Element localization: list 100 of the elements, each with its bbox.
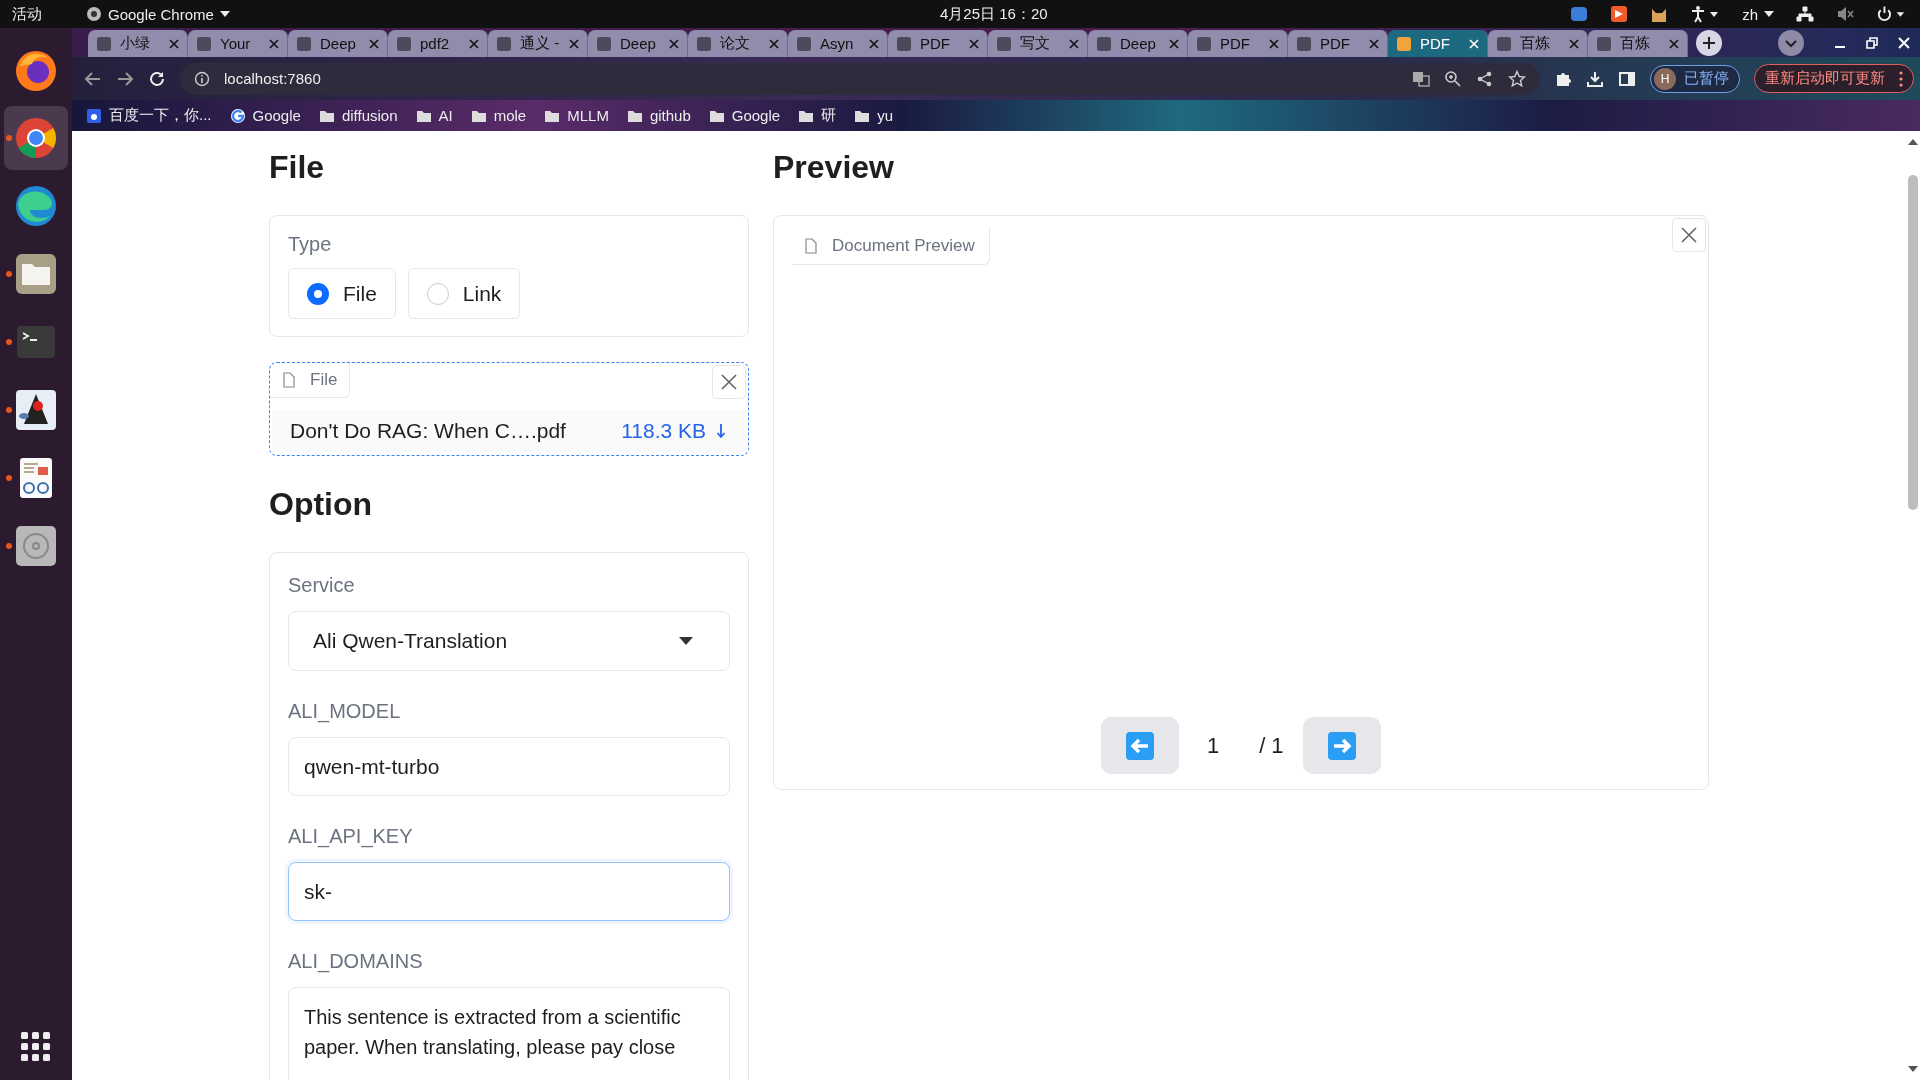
page-number-field[interactable]: 1 [1206,732,1220,759]
browser-tab[interactable]: 论文 [688,30,788,57]
network-icon[interactable] [1796,5,1814,23]
browser-tab[interactable]: Deep [1088,30,1188,57]
accessibility-icon[interactable] [1690,5,1721,23]
browser-tab[interactable]: 通义 - [488,30,588,57]
forward-button[interactable] [116,69,134,88]
address-bar[interactable]: localhost:7860 [180,62,1540,95]
close-button[interactable] [1672,218,1706,252]
field-label: ALI_API_KEY [288,826,414,846]
radio-option[interactable]: File [288,268,396,319]
bookmark[interactable]: 百度一下，你... [86,106,212,125]
input-field[interactable]: qwen-mt-turbo [288,737,730,796]
browser-tab[interactable]: PDF [1388,30,1488,57]
radio-icon[interactable] [426,282,449,305]
muted-speaker-icon[interactable] [1836,5,1854,23]
favicon-icon [196,35,212,52]
bookmark[interactable]: AI [415,107,453,124]
bookmark[interactable]: Google [229,107,301,124]
bookmark[interactable]: diffusion [318,107,398,124]
bookmark[interactable]: MLLM [544,107,609,124]
bookmark[interactable]: 研 [798,106,837,125]
translate-icon[interactable] [1412,69,1430,88]
share-icon[interactable] [1476,69,1494,88]
bookmark[interactable]: yu [854,107,893,124]
close-icon[interactable] [569,38,579,49]
close-icon[interactable] [169,38,179,49]
bookmark[interactable]: mole [470,107,527,124]
browser-tab[interactable]: Your [188,30,288,57]
input-field[interactable]: sk- [288,862,730,921]
url-text[interactable]: localhost:7860 [224,70,321,87]
avatar: H [1654,67,1676,90]
new-tab-button[interactable] [1696,30,1722,56]
browser-tab[interactable]: pdf2 [388,30,488,57]
text-area[interactable]: This sentence is extracted from a scientific paper. When translating, please pay close [288,987,730,1080]
radio-icon[interactable] [307,282,329,305]
app-menu[interactable]: Google Chrome [86,5,230,23]
page-total: / 1 [1259,732,1285,759]
scroll-down-icon[interactable] [1908,1066,1918,1072]
update-button[interactable]: 重新启动即可更新 [1754,64,1914,93]
close-icon[interactable] [269,38,279,49]
download-icon[interactable] [716,422,726,440]
close-icon[interactable] [969,38,979,49]
close-icon[interactable] [769,38,779,49]
browser-tab[interactable]: PDF [1288,30,1388,57]
side-panel-icon[interactable] [1618,69,1636,88]
favicon-icon [496,35,512,52]
next-page-button[interactable] [1303,717,1382,774]
star-icon[interactable] [1508,69,1526,88]
activities-button[interactable]: 活动 [12,4,42,24]
app-icon [86,6,102,22]
info-icon[interactable] [194,70,210,87]
app-tray-icon[interactable] [1610,5,1629,23]
close-icon[interactable] [1169,38,1179,49]
section-heading: File [269,151,326,183]
browser-tab[interactable]: PDF [888,30,988,57]
profile-button[interactable]: H 已暂停 [1650,64,1740,93]
power-icon[interactable] [1876,5,1906,23]
bookmark[interactable]: github [626,107,691,124]
file-size-link[interactable]: 118.3 KB [621,419,706,443]
bookmark[interactable]: Google [708,107,781,124]
zoom-icon[interactable] [1444,69,1462,88]
site-icon [229,107,246,124]
scroll-up-icon[interactable] [1908,139,1918,145]
favicon-icon [1596,35,1612,52]
close-icon[interactable] [1369,38,1379,49]
close-icon[interactable] [469,38,479,49]
browser-tab[interactable]: Deep [288,30,388,57]
previous-page-button[interactable] [1100,717,1179,774]
close-icon[interactable] [1669,38,1679,49]
close-icon[interactable] [1569,38,1579,49]
field-label: Type [288,234,333,254]
app-grid-icon[interactable] [21,1032,51,1062]
browser-tab[interactable]: 百炼 [1588,30,1688,57]
more-icon[interactable] [1899,70,1903,87]
caret-icon [1764,11,1774,17]
browser-tab[interactable]: 百炼 [1488,30,1588,57]
close-icon[interactable] [1269,38,1279,49]
close-icon[interactable] [1069,38,1079,49]
field-label: Service [288,575,356,595]
favicon-icon [1396,35,1412,52]
close-icon[interactable] [369,38,379,49]
browser-tab[interactable]: PDF [1188,30,1288,57]
browser-tab[interactable]: Deep [588,30,688,57]
radio-option[interactable]: Link [407,268,521,319]
tab-search-button[interactable] [1778,30,1804,56]
close-icon[interactable] [669,38,679,49]
restore-button[interactable] [1865,36,1879,50]
browser-tab[interactable]: 小绿 [88,30,188,57]
browser-tab[interactable]: Asyn [788,30,888,57]
dock-item[interactable] [4,106,68,170]
browser-tab[interactable]: 写文 [988,30,1088,57]
reload-button[interactable] [148,69,166,88]
service-dropdown[interactable]: Ali Qwen-Translation [288,611,730,671]
back-button[interactable] [84,69,102,88]
component-label: File [270,363,351,398]
close-button[interactable] [712,365,746,399]
clock[interactable]: 4月25日 16：20 [940,4,1048,24]
close-icon[interactable] [869,38,879,49]
input-method-menu[interactable]: zh [1742,5,1774,23]
